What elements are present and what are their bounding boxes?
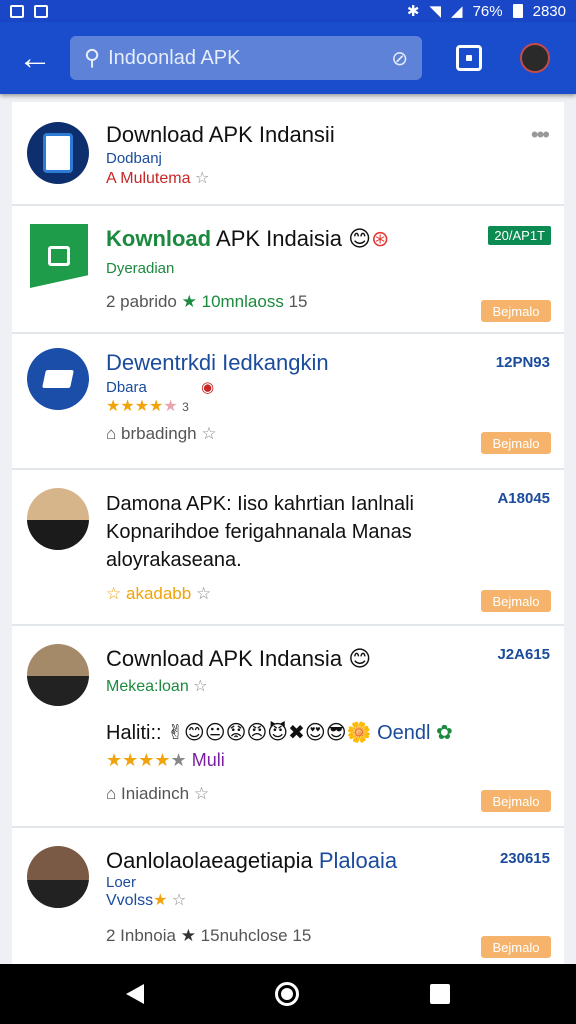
emoji-icon: ◉: [201, 379, 215, 396]
item-meta: ⌂ brbadingh ☆: [106, 424, 217, 443]
version-badge: A18045: [497, 490, 550, 507]
star-outline-icon: ☆: [193, 784, 210, 803]
star-icon: ★: [153, 892, 168, 909]
list-item[interactable]: Oanlolaolaeagetiapia Plaloaia Loer Vvols…: [12, 828, 564, 964]
battery-percent: 76%: [472, 2, 503, 20]
signal-icon: ◢: [451, 3, 463, 20]
item-subtitle: Loer: [106, 874, 137, 891]
nav-home-icon[interactable]: [274, 982, 299, 1006]
star-icon: ☆: [106, 584, 122, 603]
item-subtitle: Dyeradian: [106, 260, 175, 277]
tabs-button[interactable]: [456, 45, 482, 71]
list-item[interactable]: Download APK Indansii Dodbanj A Mulutema…: [12, 102, 564, 206]
item-title: Kownload APK Indaisia 😊⊛: [106, 226, 390, 251]
bookmark-icon: ⌂: [106, 784, 117, 803]
install-button[interactable]: Bejmalo: [481, 300, 551, 322]
item-title: Download APK Indansii: [106, 122, 335, 147]
list-item[interactable]: Kownload APK Indaisia 😊⊛ Dyeradian 2 pab…: [12, 206, 564, 334]
item-title: Dewentrkdi Iedkangkin: [106, 350, 329, 375]
version-badge: 20/AP1T: [488, 226, 551, 245]
clock: 2830: [532, 2, 566, 20]
avatar: [27, 644, 89, 706]
star-outline-icon: ☆: [171, 892, 187, 909]
list-item[interactable]: Dewentrkdi Iedkangkin Dbara ◉ ★★★★★ 3 ⌂ …: [12, 334, 564, 470]
avatar: [27, 846, 89, 908]
item-subtitle: Mekea:loan ☆: [106, 678, 208, 695]
item-meta: ⌂ Iniadinch ☆: [106, 784, 210, 803]
item-developer: A Mulutema ☆: [106, 170, 210, 187]
avatar: [27, 488, 89, 550]
account-avatar[interactable]: [520, 43, 550, 73]
back-arrow-icon[interactable]: ←: [0, 22, 70, 94]
star-outline-icon: ☆: [194, 170, 210, 187]
item-title: Cownload APK Indansia 😊: [106, 646, 372, 671]
battery-icon: [512, 4, 523, 18]
notification-icon: [34, 4, 48, 18]
item-meta: 2 pabrido ★ 10mnlaoss 15: [106, 292, 308, 311]
list-item[interactable]: Cownload APK Indansia 😊 Mekea:loan ☆ Hal…: [12, 626, 564, 828]
app-bar: ← ⚲ Indoonlad APK ⊘: [0, 22, 576, 94]
system-nav-bar: [0, 964, 576, 1024]
emoji-icon: ⊛: [371, 226, 390, 251]
list-item[interactable]: Damona APK: Iiso kahrtian Ianlnali Kopna…: [12, 470, 564, 626]
wifi-icon: ◥: [429, 3, 442, 20]
item-subtitle: Dodbanj: [106, 150, 162, 167]
results-list: Download APK Indansii Dodbanj A Mulutema…: [12, 102, 564, 964]
item-meta: 2 Inbnoia ★ 15nuhclose 15: [106, 926, 312, 945]
emoji-icon: 😊: [348, 226, 372, 251]
install-button[interactable]: Bejmalo: [481, 590, 551, 612]
nav-recents-icon[interactable]: [430, 984, 451, 1004]
app-icon: [30, 224, 88, 288]
item-line: Haliti:: ✌😊😐😟😠😈✖😍😎🌼 Oendl ✿: [106, 722, 453, 744]
star-outline-icon: ☆: [195, 584, 212, 603]
item-meta: ☆ akadabb ☆: [106, 584, 212, 603]
rating-stars: ★★★★★ 3: [106, 398, 189, 415]
install-button[interactable]: Bejmalo: [481, 936, 551, 958]
app-icon: [27, 122, 89, 184]
more-options-icon[interactable]: •••: [531, 122, 550, 148]
item-title: Oanlolaolaeagetiapia Plaloaia: [106, 848, 398, 873]
version-badge: J2A615: [497, 646, 550, 663]
version-badge: 230615: [499, 850, 550, 867]
bluetooth-icon: ✱: [406, 3, 420, 20]
item-developer: Vvolss★ ☆: [106, 892, 187, 909]
nav-back-icon[interactable]: [125, 984, 144, 1004]
star-outline-icon: ☆: [193, 678, 208, 695]
item-subtitle: Dbara ◉: [106, 379, 215, 396]
bookmark-icon: ⌂: [106, 424, 117, 443]
emoji-icon: ✿: [436, 722, 453, 744]
star-icon: ★: [180, 926, 196, 945]
item-title: Damona APK: Iiso kahrtian Ianlnali Kopna…: [106, 493, 414, 571]
emoji-icon: ✌😊😐😟😠😈✖😍😎🌼: [167, 722, 372, 744]
version-badge: 12PN93: [495, 354, 550, 371]
rating-stars: ★★★★★ Muli: [106, 750, 225, 770]
star-outline-icon: ☆: [201, 424, 217, 443]
mic-icon[interactable]: ⊘: [391, 46, 408, 71]
search-query: Indoonlad APK: [108, 46, 241, 69]
notification-icon: [10, 4, 24, 18]
install-button[interactable]: Bejmalo: [481, 790, 551, 812]
status-bar: ✱ ◥ ◢ 76% 2830: [0, 0, 576, 22]
search-icon: ⚲: [84, 45, 101, 70]
emoji-icon: 😊: [348, 646, 372, 671]
install-button[interactable]: Bejmalo: [481, 432, 551, 454]
search-input[interactable]: ⚲ Indoonlad APK ⊘: [70, 36, 422, 80]
star-icon: ★: [181, 292, 197, 311]
app-icon: [27, 348, 89, 410]
